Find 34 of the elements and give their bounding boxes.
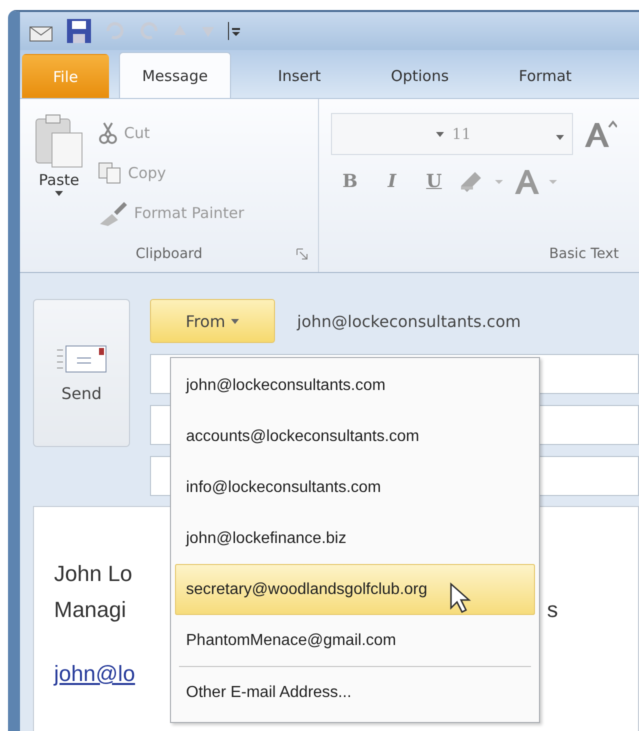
grow-font-icon[interactable]: [583, 119, 617, 149]
customize-toolbar-icon[interactable]: [228, 20, 242, 42]
body-text: Managi: [54, 597, 126, 623]
body-text: John Lo: [54, 561, 132, 587]
ribbon-tab[interactable]: Options: [368, 52, 472, 98]
cursor-icon: [449, 582, 473, 614]
menu-item[interactable]: Other E-mail Address...: [175, 667, 535, 718]
menu-item[interactable]: secretary@woodlandsgolfclub.org: [175, 564, 535, 615]
caret-icon: [556, 134, 564, 140]
scissors-icon: [98, 122, 118, 144]
send-button[interactable]: Send: [33, 299, 130, 447]
caret-icon: [55, 191, 63, 196]
brush-icon: [98, 200, 128, 226]
dialog-launcher-icon[interactable]: [296, 248, 308, 260]
envelope-icon: [56, 344, 106, 376]
from-address: john@lockeconsultants.com: [297, 312, 521, 330]
caret-icon: [231, 318, 240, 324]
caret-icon: [436, 132, 444, 136]
save-icon[interactable]: [66, 18, 92, 44]
paste-button[interactable]: Paste: [34, 113, 84, 236]
menu-item[interactable]: PhantomMenace@gmail.com: [175, 615, 535, 666]
ribbon-tab[interactable]: Format: [496, 52, 595, 98]
from-button[interactable]: From: [150, 299, 275, 343]
menu-item[interactable]: john@lockefinance.biz: [175, 513, 535, 564]
clipboard-icon: [34, 113, 84, 169]
body-text: s: [547, 597, 558, 623]
menu-item[interactable]: john@lockeconsultants.com: [175, 360, 535, 411]
group-label: Clipboard: [136, 246, 202, 262]
ribbon-tab[interactable]: Message: [119, 52, 231, 98]
copy-icon: [98, 162, 122, 184]
group-label: Basic Text: [549, 246, 619, 262]
menu-item[interactable]: accounts@lockeconsultants.com: [175, 411, 535, 462]
ribbon-tab[interactable]: Insert: [254, 52, 344, 98]
menu-item[interactable]: info@lockeconsultants.com: [175, 462, 535, 513]
